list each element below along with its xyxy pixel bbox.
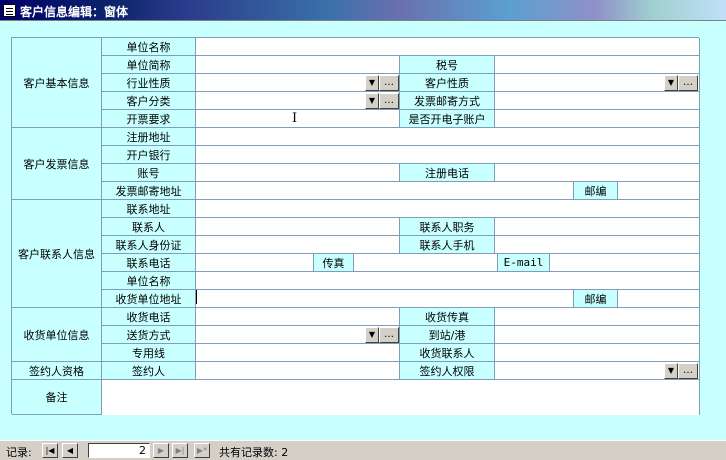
special-line-input[interactable] xyxy=(196,344,400,362)
company-short-input[interactable] xyxy=(196,56,400,74)
contact-id-input[interactable] xyxy=(196,236,400,254)
label-special-line: 专用线 xyxy=(102,344,196,362)
postcode-2-input[interactable] xyxy=(618,290,700,308)
email-input[interactable] xyxy=(550,254,700,272)
category-ellipsis-button[interactable]: … xyxy=(379,93,399,109)
customer-nature-dropdown-icon[interactable]: ▼ xyxy=(664,75,678,91)
contact-phone-input[interactable] xyxy=(196,254,314,272)
invoice-mail-method-input[interactable] xyxy=(495,92,700,110)
label-industry: 行业性质 xyxy=(102,74,196,92)
label-customer-nature: 客户性质 xyxy=(400,74,495,92)
signer-rights-dropdown-icon[interactable]: ▼ xyxy=(664,363,678,379)
category-dropdown-icon[interactable]: ▼ xyxy=(365,93,379,109)
delivery-dropdown-icon[interactable]: ▼ xyxy=(365,327,379,343)
invoice-requirement-input[interactable] xyxy=(196,110,400,128)
remark-textarea[interactable] xyxy=(102,380,700,415)
label-contact-phone: 联系电话 xyxy=(102,254,196,272)
label-station: 到站/港 xyxy=(400,326,495,344)
group-contact: 客户联系人信息 xyxy=(12,200,102,308)
label-registered-address: 注册地址 xyxy=(102,128,196,146)
ibeam-cursor-icon: I xyxy=(292,111,298,126)
delivery-ellipsis-button[interactable]: … xyxy=(379,327,399,343)
station-input[interactable] xyxy=(495,326,700,344)
industry-ellipsis-button[interactable]: … xyxy=(379,75,399,91)
group-remark: 备注 xyxy=(12,380,102,415)
fax-input[interactable] xyxy=(354,254,498,272)
contact-address-input[interactable] xyxy=(196,200,700,218)
unit-name-input[interactable] xyxy=(196,272,700,290)
label-customer-category: 客户分类 xyxy=(102,92,196,110)
label-company-name: 单位名称 xyxy=(102,38,196,56)
customer-form: 客户基本信息 客户发票信息 客户联系人信息 收货单位信息 签约人资格 备注 单位… xyxy=(11,37,700,415)
label-fax: 传真 xyxy=(314,254,354,272)
invoice-mail-address-input[interactable] xyxy=(196,182,574,200)
label-account-no: 账号 xyxy=(102,164,196,182)
label-postcode-2: 邮编 xyxy=(574,290,618,308)
tax-no-input[interactable] xyxy=(495,56,700,74)
record-navigator: 记录: |◀ ◀ 2 ▶ ▶| ▶* 共有记录数: 2 xyxy=(0,440,726,460)
form-icon xyxy=(3,4,16,17)
record-count: 共有记录数: 2 xyxy=(219,446,289,459)
first-record-icon[interactable]: |◀ xyxy=(42,443,58,458)
current-record-input[interactable]: 2 xyxy=(88,443,150,458)
receiver-contact-input[interactable] xyxy=(495,344,700,362)
previous-record-icon[interactable]: ◀ xyxy=(62,443,78,458)
group-basic: 客户基本信息 xyxy=(12,38,102,128)
receiver-phone-input[interactable] xyxy=(196,308,400,326)
bank-input[interactable] xyxy=(196,146,700,164)
industry-dropdown-icon[interactable]: ▼ xyxy=(365,75,379,91)
label-receiver-address: 收货单位地址 xyxy=(102,290,196,308)
registered-phone-input[interactable] xyxy=(495,164,700,182)
text-caret xyxy=(196,290,197,304)
contact-mobile-input[interactable] xyxy=(495,236,700,254)
label-company-short: 单位简称 xyxy=(102,56,196,74)
label-email: E-mail xyxy=(498,254,550,272)
company-name-input[interactable] xyxy=(196,38,700,56)
title-bar: 客户信息编辑：窗体 xyxy=(0,0,726,21)
customer-nature-ellipsis-button[interactable]: … xyxy=(678,75,698,91)
receiver-fax-input[interactable] xyxy=(495,308,700,326)
account-no-input[interactable] xyxy=(196,164,400,182)
electronic-account-input[interactable] xyxy=(495,110,700,128)
contact-person-input[interactable] xyxy=(196,218,400,236)
signer-rights-ellipsis-button[interactable]: … xyxy=(678,363,698,379)
label-tax-no: 税号 xyxy=(400,56,495,74)
contact-title-input[interactable] xyxy=(495,218,700,236)
group-invoice: 客户发票信息 xyxy=(12,128,102,200)
label-postcode: 邮编 xyxy=(574,182,618,200)
registered-address-input[interactable] xyxy=(196,128,700,146)
label-contact-address: 联系地址 xyxy=(102,200,196,218)
label-electronic-account: 是否开电子账户 xyxy=(400,110,495,128)
label-signer-rights: 签约人权限 xyxy=(400,362,495,380)
record-label: 记录: xyxy=(6,446,32,459)
label-receiver-contact: 收货联系人 xyxy=(400,344,495,362)
new-record-icon[interactable]: ▶* xyxy=(194,443,210,458)
label-contact-mobile: 联系人手机 xyxy=(400,236,495,254)
signer-input[interactable] xyxy=(196,362,400,380)
label-contact-person: 联系人 xyxy=(102,218,196,236)
label-delivery-method: 送货方式 xyxy=(102,326,196,344)
next-record-icon[interactable]: ▶ xyxy=(153,443,169,458)
label-invoice-mail-address: 发票邮寄地址 xyxy=(102,182,196,200)
group-signer-qualification: 签约人资格 xyxy=(12,362,102,380)
label-receiver-fax: 收货传真 xyxy=(400,308,495,326)
label-invoice-requirement: 开票要求 xyxy=(102,110,196,128)
group-receiver: 收货单位信息 xyxy=(12,308,102,362)
label-bank: 开户银行 xyxy=(102,146,196,164)
label-contact-id: 联系人身份证 xyxy=(102,236,196,254)
label-receiver-phone: 收货电话 xyxy=(102,308,196,326)
label-unit-name: 单位名称 xyxy=(102,272,196,290)
label-registered-phone: 注册电话 xyxy=(400,164,495,182)
postcode-input[interactable] xyxy=(618,182,700,200)
window-title: 客户信息编辑：窗体 xyxy=(20,5,129,19)
label-invoice-mail-method: 发票邮寄方式 xyxy=(400,92,495,110)
label-signer: 签约人 xyxy=(102,362,196,380)
last-record-icon[interactable]: ▶| xyxy=(172,443,188,458)
label-contact-title: 联系人职务 xyxy=(400,218,495,236)
receiver-address-input[interactable] xyxy=(196,290,574,308)
